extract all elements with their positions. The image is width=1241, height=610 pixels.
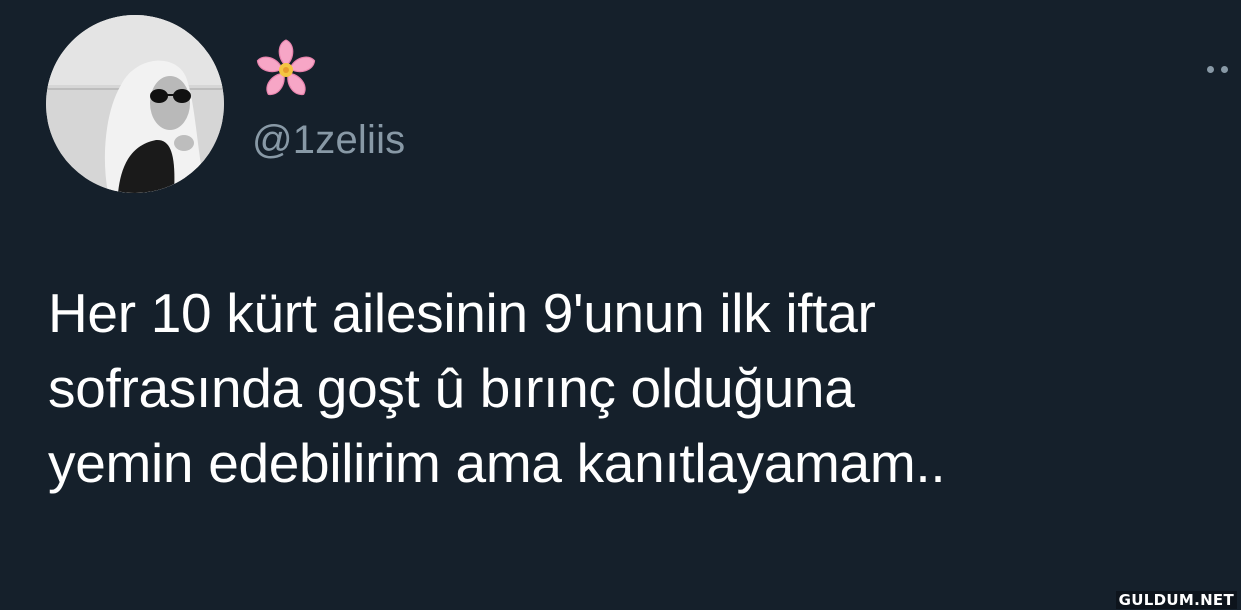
display-name-flower[interactable] bbox=[252, 36, 320, 104]
watermark: GULDUM.NET bbox=[1115, 591, 1237, 609]
tweet-text: Her 10 kürt ailesinin 9'unun ilk iftar s… bbox=[48, 276, 1208, 501]
tweet-text-line: sofrasında goşt û bırınç olduğuna bbox=[48, 357, 855, 419]
profile-avatar[interactable] bbox=[46, 15, 224, 193]
tweet-text-line: yemin edebilirim ama kanıtlayamam.. bbox=[48, 432, 946, 494]
more-dots-icon bbox=[1207, 66, 1214, 73]
more-options-button[interactable] bbox=[1207, 58, 1241, 82]
tweet-text-line: Her 10 kürt ailesinin 9'unun ilk iftar bbox=[48, 282, 876, 344]
user-handle[interactable]: @1zeliis bbox=[252, 116, 405, 164]
tweet-card: @1zeliis Her 10 kürt ailesinin 9'unun il… bbox=[0, 0, 1241, 610]
avatar-photo-icon bbox=[46, 15, 224, 193]
more-dots-icon bbox=[1221, 66, 1228, 73]
cherry-blossom-icon bbox=[256, 39, 316, 96]
